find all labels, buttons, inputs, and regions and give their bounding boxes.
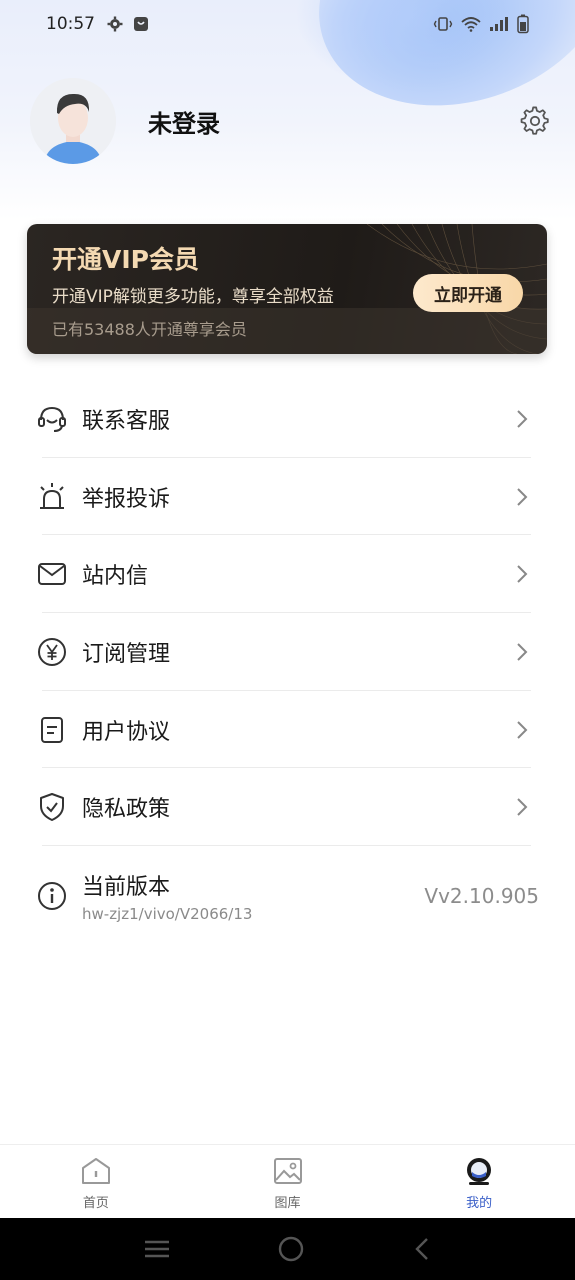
tab-label: 首页 <box>82 1196 109 1211</box>
document-icon <box>36 714 68 746</box>
avatar-icon <box>30 78 116 164</box>
vip-banner[interactable]: 开通VIP会员 开通VIP解锁更多功能，尊享全部权益 已有53488人开通尊享会… <box>27 224 547 354</box>
vibrate-icon <box>433 17 453 31</box>
version-info: 当前版本 hw-zjz1/vivo/V2066/13 <box>82 869 252 923</box>
chevron-right-icon <box>517 720 528 739</box>
settings-gear-icon[interactable] <box>520 106 550 136</box>
status-bar: 10:57 <box>0 0 575 48</box>
gallery-icon <box>273 1158 302 1184</box>
app-store-icon <box>134 17 148 31</box>
tab-mine[interactable]: 我的 <box>383 1145 575 1218</box>
chevron-right-icon <box>517 410 528 428</box>
menu-item-privacy-policy[interactable]: 隐私政策 <box>0 768 575 847</box>
signal-icon <box>490 17 508 31</box>
settings-menu: 联系客服 举报投诉 站内信 订阅管理 用户协议 隐私政策 当前版本 hw-zjz… <box>0 380 575 946</box>
username[interactable]: 未登录 <box>148 104 220 139</box>
version-build: hw-zjz1/vivo/V2066/13 <box>82 905 253 924</box>
chevron-right-icon <box>517 565 528 583</box>
menu-item-label: 站内信 <box>82 564 149 590</box>
status-time: 10:57 <box>46 14 95 34</box>
profile-header: 未登录 <box>30 76 550 166</box>
menu-item-version[interactable]: 当前版本 hw-zjz1/vivo/V2066/13 Vv2.10.905 <box>0 846 575 946</box>
chevron-right-icon <box>517 643 528 661</box>
chevron-right-icon <box>517 487 528 506</box>
menu-item-label: 用户协议 <box>82 719 171 745</box>
avatar[interactable] <box>30 78 116 164</box>
settings-status-icon <box>107 16 123 32</box>
vip-subtitle: 开通VIP解锁更多功能，尊享全部权益 <box>52 287 334 307</box>
version-number: Vv2.10.905 <box>424 884 539 909</box>
home-icon <box>81 1158 110 1184</box>
alarm-icon <box>36 481 68 513</box>
system-navigation-bar <box>0 1218 575 1280</box>
tab-label: 图库 <box>274 1196 301 1211</box>
vip-member-count: 已有53488人开通尊享会员 <box>52 320 247 339</box>
bottom-tab-bar: 首页 图库 我的 <box>0 1144 575 1218</box>
menu-item-customer-service[interactable]: 联系客服 <box>0 380 575 458</box>
chevron-right-icon <box>517 798 528 816</box>
vip-title: 开通VIP会员 <box>52 245 199 274</box>
home-circle-icon[interactable] <box>277 1235 305 1263</box>
tab-label: 我的 <box>466 1196 493 1211</box>
menu-item-label: 举报投诉 <box>82 486 171 512</box>
menu-item-subscription[interactable]: 订阅管理 <box>0 613 575 691</box>
info-icon <box>36 880 68 912</box>
wifi-icon <box>461 17 481 32</box>
vip-open-button[interactable]: 立即开通 <box>413 274 523 312</box>
back-icon[interactable] <box>412 1236 432 1262</box>
menu-item-label: 联系客服 <box>82 408 171 434</box>
yen-icon <box>36 636 68 668</box>
menu-item-inbox[interactable]: 站内信 <box>0 535 575 614</box>
version-label: 当前版本 <box>82 875 171 901</box>
tab-gallery[interactable]: 图库 <box>192 1145 384 1218</box>
menu-item-report[interactable]: 举报投诉 <box>0 458 575 536</box>
menu-item-label: 订阅管理 <box>82 641 171 667</box>
menu-icon[interactable] <box>143 1238 171 1260</box>
menu-item-label: 隐私政策 <box>82 797 171 823</box>
tab-home[interactable]: 首页 <box>0 1145 192 1218</box>
profile-icon <box>467 1158 492 1185</box>
battery-icon <box>517 14 529 34</box>
headset-icon <box>36 403 68 435</box>
menu-item-user-agreement[interactable]: 用户协议 <box>0 691 575 769</box>
mail-icon <box>36 558 68 590</box>
shield-icon <box>36 791 68 823</box>
